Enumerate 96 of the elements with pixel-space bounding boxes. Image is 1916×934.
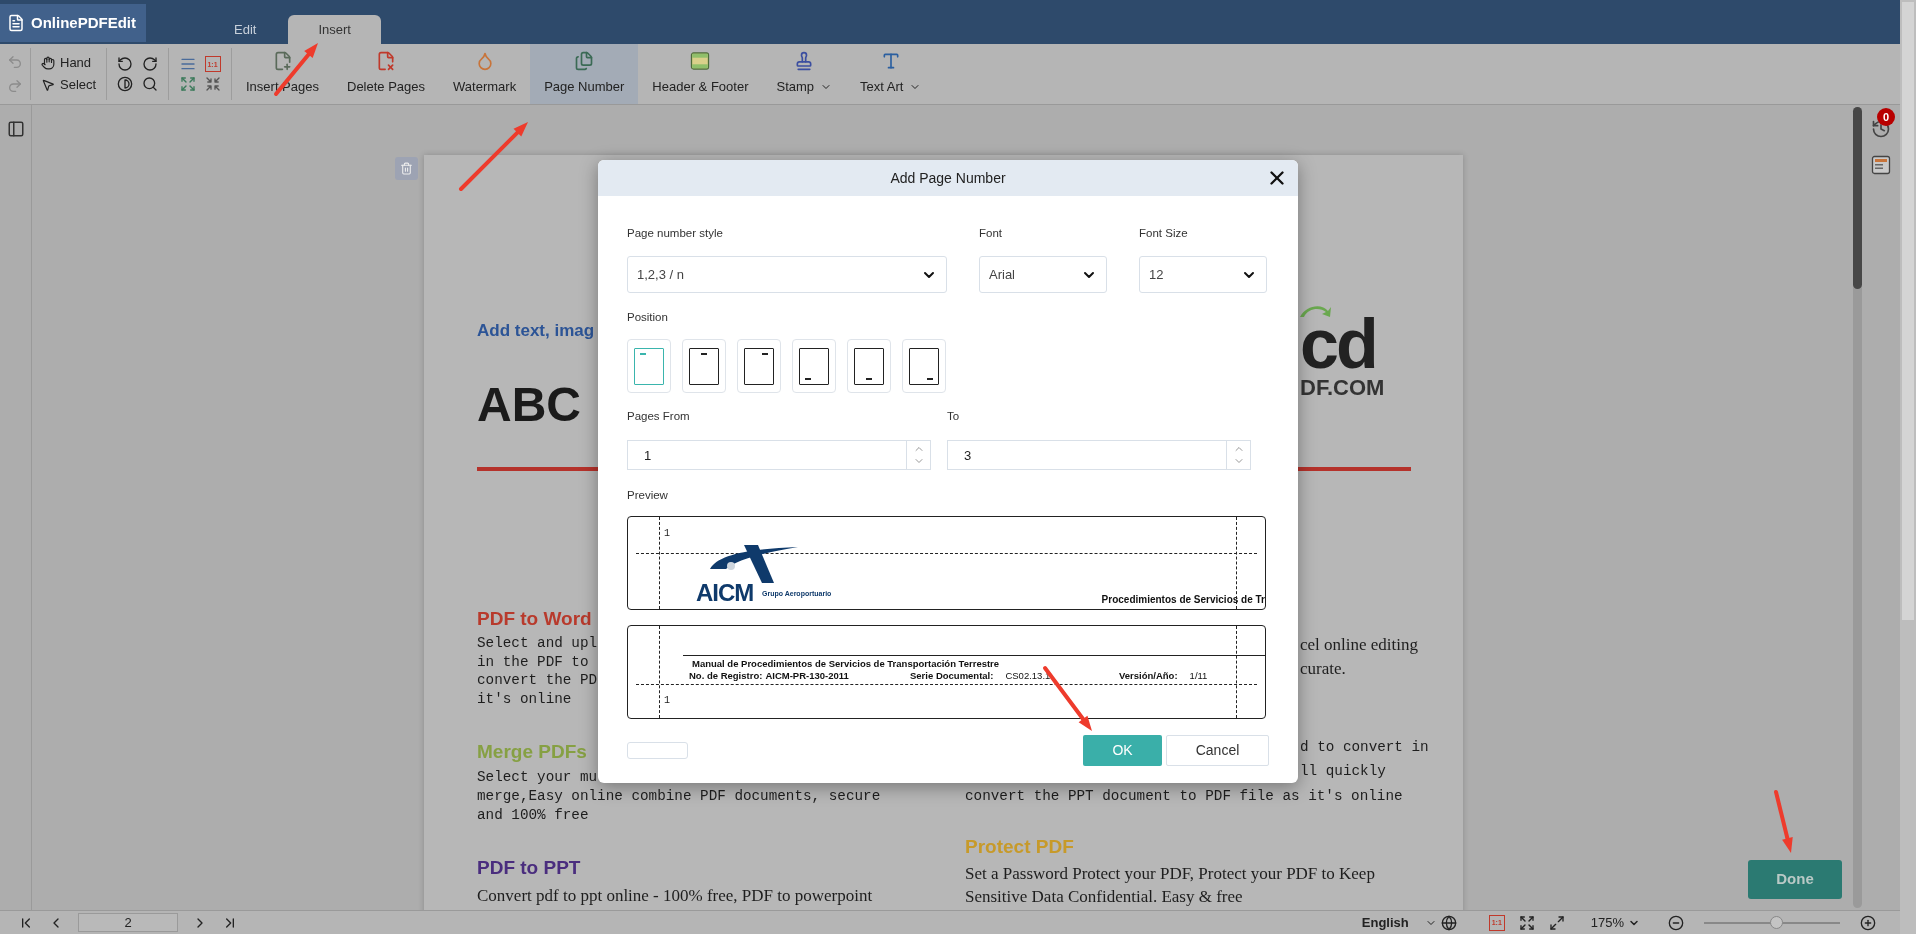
toolbar-button[interactable]: Page Number	[530, 44, 639, 104]
toolbar-button[interactable]: Delete Pages	[333, 44, 440, 104]
scrollbar-thumb[interactable]	[1853, 107, 1862, 289]
annotation-arrow	[459, 122, 528, 191]
fit-width-icon[interactable]	[1518, 914, 1535, 931]
pages-icon	[574, 51, 595, 72]
logo-text: cd	[1300, 312, 1376, 376]
position-option[interactable]	[737, 339, 781, 393]
field-label: Position	[627, 310, 669, 325]
text-line: curate.	[1300, 658, 1347, 680]
field-value: AICM-PR-130-2011	[765, 669, 849, 683]
logo-text: DF.COM	[1300, 376, 1385, 400]
pointer-icon	[41, 78, 55, 92]
trash-icon	[400, 162, 413, 175]
logo-arrow-icon	[1298, 303, 1332, 319]
select-tool[interactable]: Select	[41, 76, 106, 94]
rotate-right-icon[interactable]	[141, 56, 158, 72]
field-value: CS02.13.1	[1005, 669, 1051, 683]
text-line: convert the PPT document to PDF file as it's online	[965, 787, 1403, 806]
language-select[interactable]: English	[1361, 912, 1437, 933]
field-label: Font	[979, 226, 1003, 241]
font-size-select[interactable]: 12	[1139, 256, 1267, 293]
rotate-left-icon[interactable]	[117, 56, 134, 72]
font-select[interactable]: Arial	[979, 256, 1107, 293]
field-name: Versión/Año:	[1119, 669, 1178, 683]
hand-tool[interactable]: Hand	[41, 54, 106, 72]
text-line: in the PDF to	[477, 652, 590, 671]
document-icon	[7, 13, 25, 33]
globe-icon[interactable]	[1440, 914, 1457, 931]
cancel-button[interactable]: Cancel	[1166, 735, 1269, 766]
pages-to-field[interactable]: 3	[947, 440, 1227, 470]
style-select[interactable]: 1,2,3 / n	[627, 256, 947, 293]
page-number: 1	[664, 694, 670, 708]
toolbar-button[interactable]: Text Art	[846, 44, 936, 104]
zoom-in-icon[interactable]	[1860, 914, 1876, 931]
text-line: Select your mu	[477, 768, 598, 787]
field-label: Preview	[627, 488, 669, 503]
page-number: 1	[664, 527, 670, 541]
zoom-select[interactable]: 175%	[1590, 912, 1640, 933]
toolbar-button[interactable]: Header & Footer	[638, 44, 763, 104]
text-line: Select and upl	[477, 634, 598, 653]
text-line: it's online	[477, 689, 573, 708]
field-label: Page number style	[627, 226, 724, 241]
header-footer-icon	[690, 51, 711, 72]
page-delete-icon	[376, 51, 397, 72]
preview-heading: Procedimientos de Servicios de Tr	[1101, 593, 1265, 607]
page-field[interactable]: 2	[78, 913, 178, 932]
logo-text: AICM	[696, 581, 754, 605]
field-name: Serie Documental:	[910, 669, 994, 683]
field-name: No. de Registro:	[689, 669, 763, 683]
pages-from-field[interactable]: 1	[627, 440, 907, 470]
annotation-arrow	[1774, 790, 1793, 853]
position-option[interactable]	[902, 339, 946, 393]
contrast-icon[interactable]	[117, 76, 134, 92]
tab[interactable]: Edit	[232, 15, 259, 44]
field-label: Font Size	[1139, 226, 1189, 241]
slider-thumb[interactable]	[1770, 915, 1784, 929]
position-option[interactable]	[847, 339, 891, 393]
fit-page-icon[interactable]	[204, 76, 221, 92]
single-page-icon[interactable]	[179, 56, 196, 72]
text-line: Convert pdf to ppt online - 100% free, PDF to powerpoint	[477, 885, 874, 907]
fit-page-icon[interactable]	[1548, 914, 1565, 931]
history-icon[interactable]	[1871, 119, 1891, 139]
section-heading: PDF to Word	[477, 607, 593, 631]
search-icon[interactable]	[141, 76, 158, 92]
hand-icon	[41, 56, 55, 70]
tab[interactable]: Insert	[288, 15, 381, 44]
text-line: d to convert in	[1300, 738, 1429, 757]
panel-icon[interactable]	[1871, 155, 1891, 175]
field-value: 1/11	[1189, 669, 1208, 683]
toolbar-button[interactable]: Watermark	[439, 44, 531, 104]
text-line: cel online editing	[1300, 634, 1420, 656]
text-line: merge,Easy online combine PDF documents, secure	[477, 787, 882, 806]
section-heading: Merge PDFs	[477, 740, 588, 764]
page-subtitle: Add text, imag	[477, 320, 596, 342]
page-title: ABC	[477, 377, 582, 433]
app-name: OnlinePDFEdit	[31, 12, 136, 33]
preview-heading: Manual de Procedimientos de Servicios de Transportación Terrestre	[692, 657, 1000, 671]
position-option[interactable]	[682, 339, 726, 393]
section-heading: PDF to PPT	[477, 856, 582, 880]
text-line: Sensitive Data Confidential. Easy & free	[965, 885, 1244, 908]
field-label: To	[947, 409, 960, 424]
text-line: Set a Password Protect your PDF, Protect your PDF to Keep	[965, 862, 1376, 885]
field-label: Pages From	[627, 409, 691, 424]
text-line: convert the PD	[477, 671, 598, 690]
blank-field[interactable]	[627, 742, 688, 759]
zoom-out-icon[interactable]	[1668, 914, 1684, 931]
toolbar-button[interactable]: Stamp	[762, 44, 847, 104]
notification-badge: 0	[1877, 108, 1895, 126]
text-line: ll quickly	[1300, 761, 1387, 781]
text-line: and 100% free	[477, 805, 590, 824]
dialog-title: Add Page Number	[890, 168, 1006, 188]
position-option[interactable]	[792, 339, 836, 393]
sidebar-toggle-icon[interactable]	[6, 120, 25, 138]
stamp-icon	[794, 51, 815, 72]
section-heading: Protect PDF	[965, 834, 1075, 859]
